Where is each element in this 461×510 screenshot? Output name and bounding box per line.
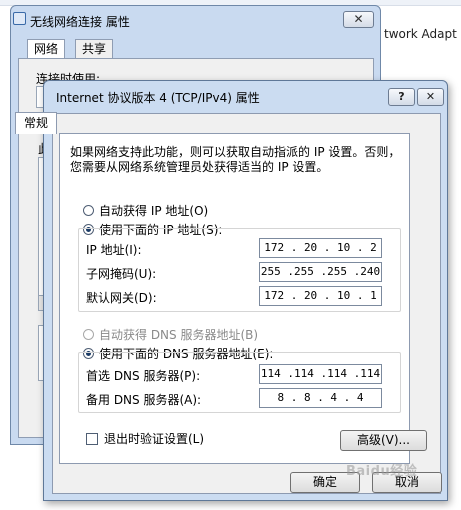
- ip-address-input[interactable]: 172 . 20 . 10 . 2: [259, 238, 382, 258]
- alternate-dns-label: 备用 DNS 服务器(A):: [86, 393, 202, 407]
- dialog-title: Internet 协议版本 4 (TCP/IPv4) 属性: [56, 91, 260, 105]
- auto-dns-label: 自动获得 DNS 服务器地址(B): [99, 328, 259, 342]
- subnet-mask-input[interactable]: 255 .255 .255 .240: [259, 262, 382, 282]
- close-button[interactable]: ✕: [417, 88, 444, 106]
- background-window-title: 无线网络连接 属性: [30, 15, 130, 29]
- background-adapter-text: twork Adapt: [384, 27, 457, 41]
- subnet-mask-label: 子网掩码(U):: [86, 267, 157, 281]
- tab-general[interactable]: 常规: [15, 112, 58, 134]
- validate-on-exit-label: 退出时验证设置(L): [104, 432, 205, 446]
- network-icon: [13, 12, 26, 25]
- validate-on-exit-checkbox[interactable]: 退出时验证设置(L): [86, 430, 204, 447]
- background-close-button[interactable]: ✕: [343, 11, 374, 28]
- radio-indicator: [83, 205, 94, 216]
- description-text: 如果网络支持此功能，则可以获取自动指派的 IP 设置。否则， 您需要从网络系统管…: [70, 145, 401, 174]
- preferred-dns-label: 首选 DNS 服务器(P):: [86, 369, 201, 383]
- alternate-dns-input[interactable]: 8 . 8 . 4 . 4: [259, 388, 382, 408]
- checkbox-indicator: [86, 432, 98, 445]
- default-gateway-label: 默认网关(D):: [86, 291, 157, 305]
- default-gateway-input[interactable]: 172 . 20 . 10 . 1: [259, 286, 382, 306]
- preferred-dns-input[interactable]: 114 .114 .114 .114: [259, 364, 382, 384]
- background-tab-sharing[interactable]: 共享: [75, 39, 114, 59]
- radio-indicator: [83, 329, 94, 340]
- auto-ip-radio[interactable]: 自动获得 IP 地址(O): [83, 202, 208, 219]
- watermark: Baidu经验: [346, 464, 418, 479]
- auto-dns-radio[interactable]: 自动获得 DNS 服务器地址(B): [83, 326, 258, 343]
- help-button[interactable]: ?: [388, 88, 415, 106]
- ip-address-label: IP 地址(I):: [86, 243, 142, 257]
- auto-ip-label: 自动获得 IP 地址(O): [99, 204, 209, 218]
- advanced-button[interactable]: 高级(V)...: [340, 430, 427, 451]
- background-tab-network[interactable]: 网络: [27, 39, 66, 60]
